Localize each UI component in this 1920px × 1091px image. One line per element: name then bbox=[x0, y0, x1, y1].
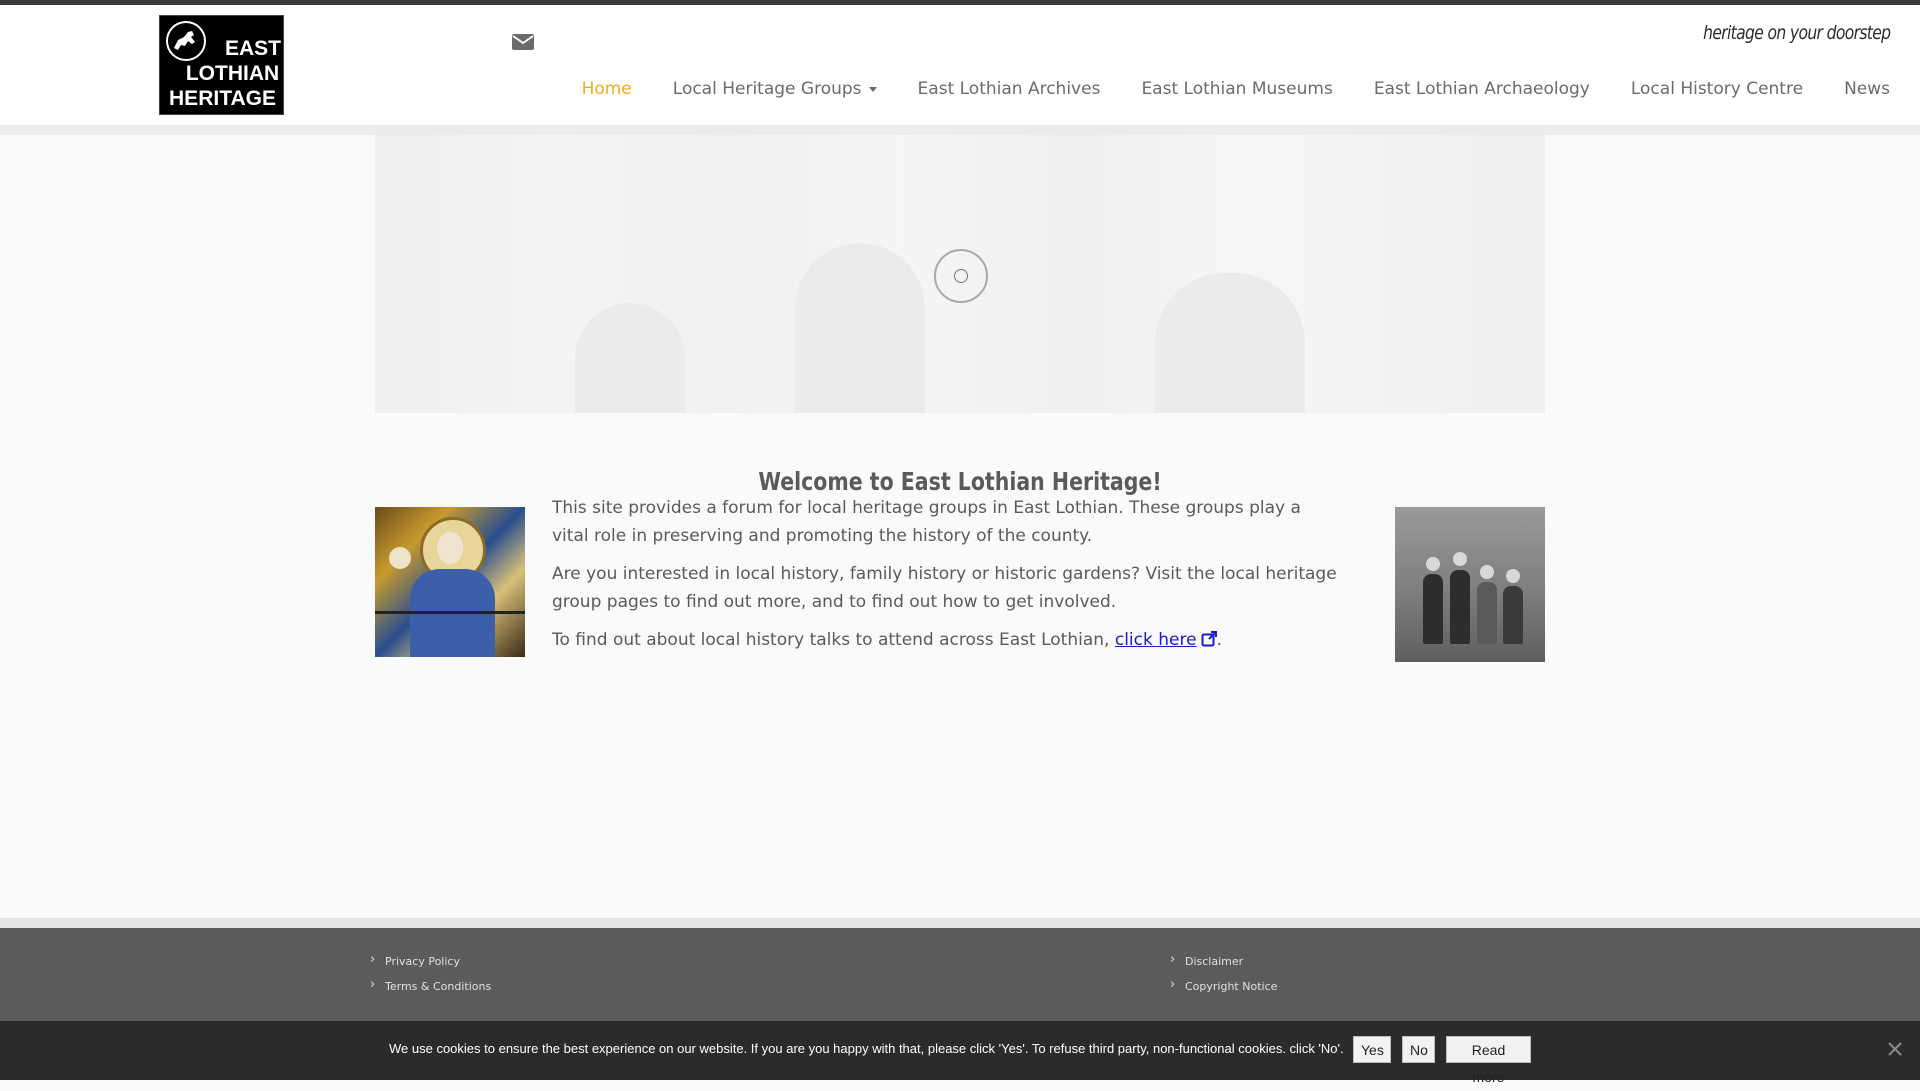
cookie-no-button[interactable]: No bbox=[1402, 1036, 1435, 1063]
talks-end: . bbox=[1216, 630, 1222, 650]
nav-item-local-history-centre[interactable]: Local History Centre bbox=[1631, 79, 1803, 99]
page-title: Welcome to East Lothian Heritage! bbox=[758, 466, 1162, 496]
click-here-label: click here bbox=[1114, 630, 1197, 650]
photo-figure-head bbox=[1480, 565, 1494, 579]
nav-item-label: East Lothian Museums bbox=[1141, 79, 1333, 99]
footer-links-right: Disclaimer Copyright Notice bbox=[1170, 952, 1277, 1004]
site-header bbox=[0, 5, 1920, 125]
logo-line-3: HERITAGE bbox=[169, 87, 276, 110]
vintage-children-photo bbox=[1395, 507, 1545, 662]
photo-figure bbox=[1503, 586, 1523, 644]
cookie-message: We use cookies to ensure the best experi… bbox=[389, 1041, 1344, 1056]
logo-line-2: LOTHIAN bbox=[185, 62, 280, 85]
footer-divider bbox=[0, 918, 1920, 928]
nav-item-label: Local History Centre bbox=[1630, 79, 1804, 99]
nav-item-label: News bbox=[1844, 79, 1890, 99]
photo-figure bbox=[1423, 574, 1443, 644]
footer-link-copyright-notice[interactable]: Copyright Notice bbox=[1170, 977, 1277, 1004]
image-face bbox=[437, 532, 463, 564]
nav-item-east-lothian-archives[interactable]: East Lothian Archives bbox=[918, 79, 1101, 99]
logo-text: EAST LOTHIAN HERITAGE bbox=[160, 36, 285, 111]
footer-link-privacy-policy[interactable]: Privacy Policy bbox=[370, 952, 491, 979]
nav-item-label: East Lothian Archaeology bbox=[1373, 79, 1590, 99]
site-logo[interactable]: EAST LOTHIAN HERITAGE bbox=[159, 15, 284, 115]
footer-link-terms[interactable]: Terms & Conditions bbox=[370, 977, 491, 1004]
image-hand bbox=[389, 547, 411, 569]
slider-background-arch bbox=[1155, 273, 1305, 413]
photo-figure-head bbox=[1506, 569, 1520, 583]
nav-item-label: Home bbox=[581, 79, 632, 99]
footer-links-left: Privacy Policy Terms & Conditions bbox=[370, 952, 491, 1004]
nav-item-label: East Lothian Archives bbox=[917, 79, 1101, 99]
intro-paragraph: This site provides a forum for local her… bbox=[552, 498, 1301, 546]
footer-link-disclaimer[interactable]: Disclaimer bbox=[1170, 952, 1277, 979]
nav-item-home[interactable]: Home bbox=[582, 79, 632, 99]
photo-figure-head bbox=[1453, 552, 1467, 566]
nav-item-news[interactable]: News bbox=[1844, 79, 1890, 99]
nav-item-local-heritage-groups[interactable]: Local Heritage Groups bbox=[673, 79, 877, 99]
slider-background-arch bbox=[575, 303, 685, 413]
photo-figure bbox=[1450, 570, 1470, 644]
slider-background-arch bbox=[795, 243, 925, 413]
talks-text: To find out about local history talks to… bbox=[552, 630, 1110, 650]
envelope-icon[interactable] bbox=[511, 32, 535, 52]
stained-glass-image bbox=[375, 507, 525, 657]
photo-figure-head bbox=[1426, 557, 1440, 571]
loading-spinner-icon bbox=[934, 249, 988, 303]
click-here-link[interactable]: click here bbox=[1115, 630, 1217, 650]
close-icon[interactable] bbox=[1886, 1040, 1904, 1058]
external-link-icon bbox=[1201, 631, 1217, 647]
talks-paragraph: To find out about local history talks to… bbox=[552, 626, 1342, 654]
nav-item-label: Local Heritage Groups bbox=[672, 79, 862, 99]
image-lead-line bbox=[375, 611, 525, 614]
nav-item-east-lothian-archaeology[interactable]: East Lothian Archaeology bbox=[1374, 79, 1590, 99]
logo-line-1: EAST bbox=[224, 37, 281, 60]
cookie-read-more-button[interactable]: Read more bbox=[1446, 1036, 1531, 1085]
site-tagline: heritage on your doorstep bbox=[1702, 22, 1891, 44]
photo-figure bbox=[1477, 582, 1497, 644]
spinner-inner bbox=[954, 269, 968, 283]
nav-item-east-lothian-museums[interactable]: East Lothian Museums bbox=[1141, 79, 1332, 99]
interest-paragraph: Are you interested in local history, fam… bbox=[552, 564, 1337, 612]
caret-down-icon bbox=[868, 86, 877, 92]
cookie-yes-button[interactable]: Yes bbox=[1353, 1036, 1391, 1063]
main-navigation: Home Local Heritage Groups East Lothian … bbox=[582, 79, 1890, 99]
header-divider bbox=[0, 125, 1920, 135]
welcome-text: This site provides a forum for local her… bbox=[552, 494, 1342, 664]
